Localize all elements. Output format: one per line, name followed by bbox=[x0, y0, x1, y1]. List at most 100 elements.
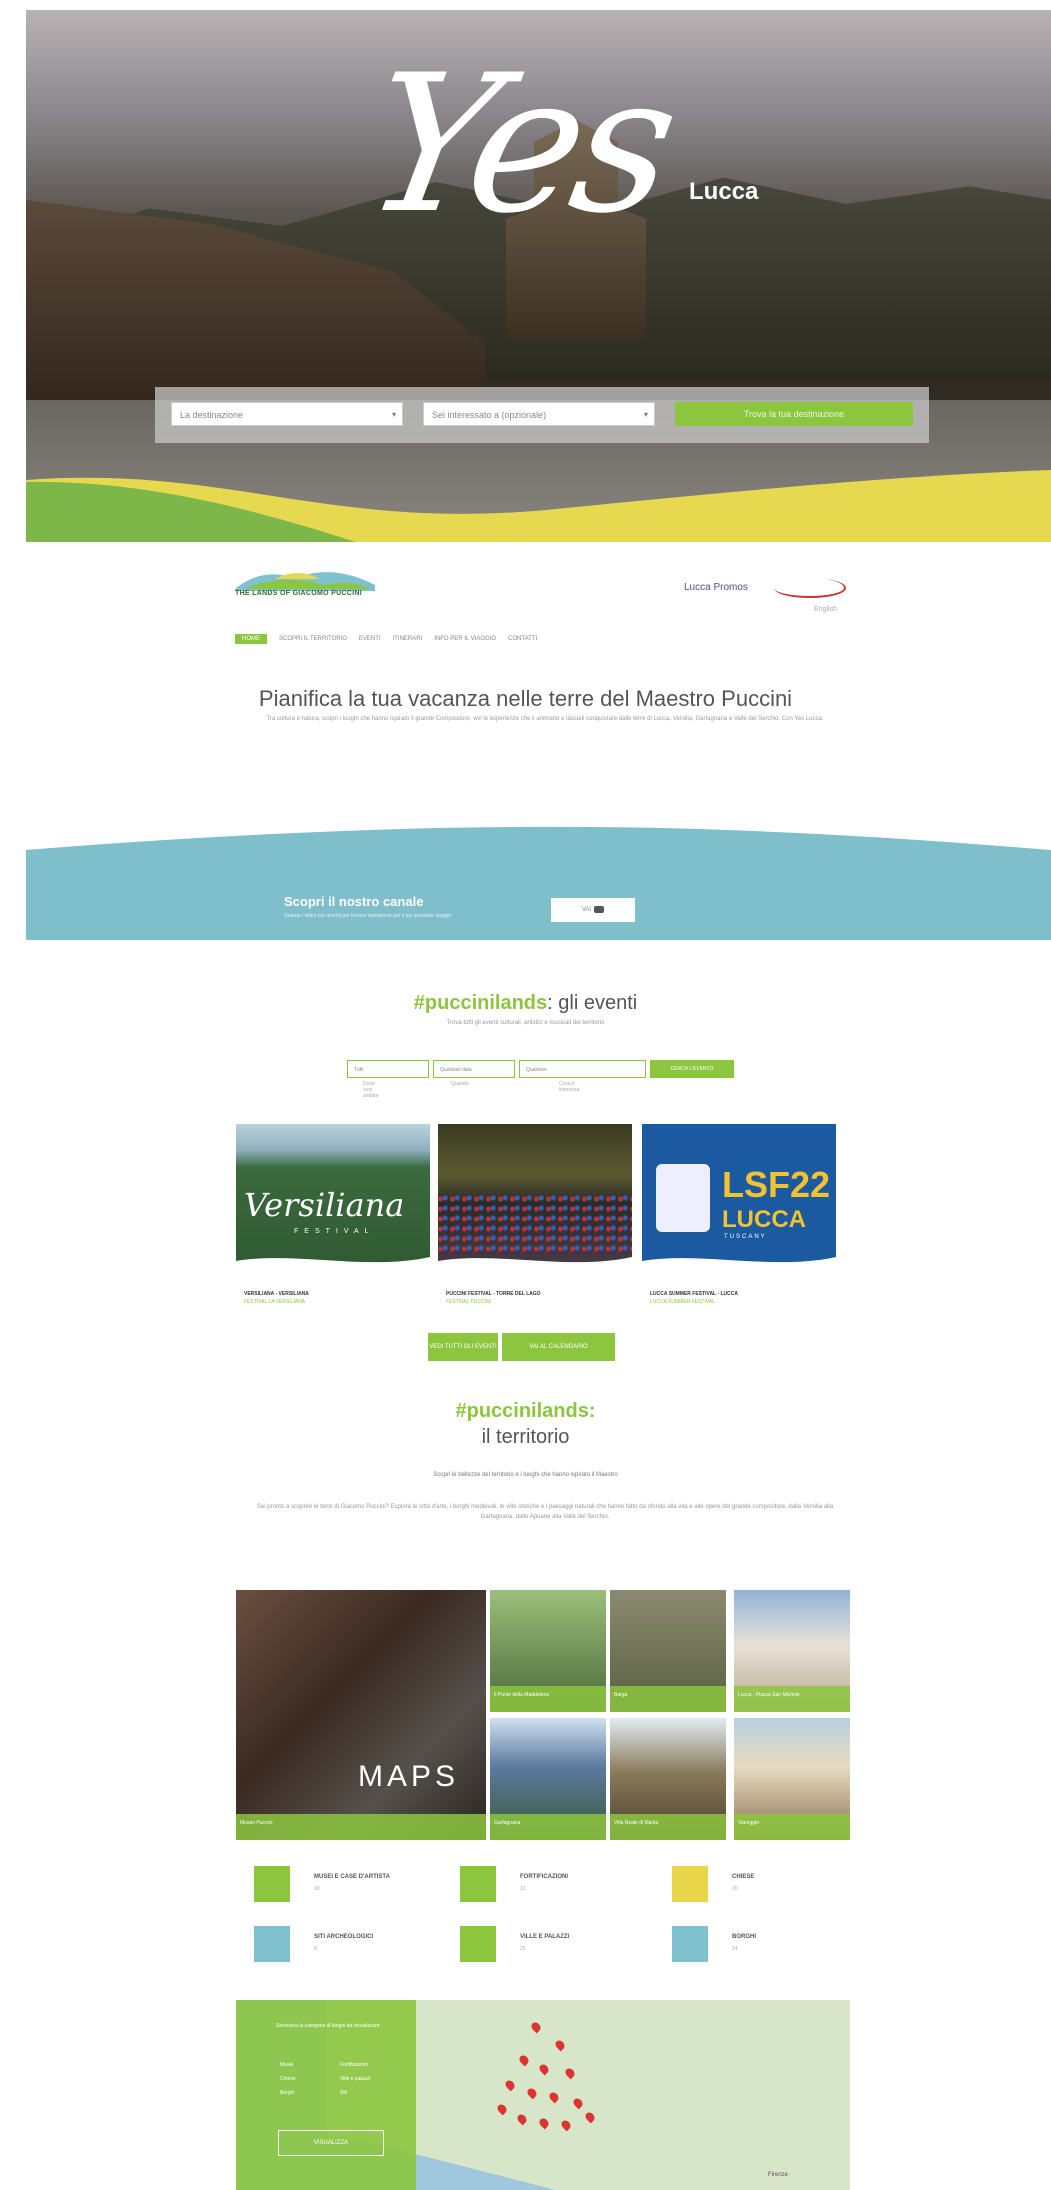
event-subtitle: FESTIVAL PUCCINI bbox=[446, 1299, 492, 1305]
nav-itineraries[interactable]: ITINERARI bbox=[393, 636, 423, 642]
hero-logo-place: Lucca bbox=[689, 178, 759, 205]
hero-search-bar: La destinazione ▾ Sei interessato a (opz… bbox=[155, 387, 929, 443]
filter-where-value: Tutti bbox=[354, 1067, 364, 1073]
fortress-icon bbox=[460, 1866, 496, 1902]
channel-button[interactable]: VAI bbox=[551, 898, 635, 922]
lsf-city: LUCCA bbox=[722, 1206, 806, 1233]
category-villas[interactable]: VILLE E PALAZZI 25 bbox=[460, 1926, 670, 1966]
map-pin[interactable] bbox=[495, 2102, 509, 2116]
map-option[interactable]: Siti bbox=[340, 2090, 347, 2096]
villa-icon bbox=[460, 1926, 496, 1962]
map-pin[interactable] bbox=[515, 2112, 529, 2126]
category-count: 8 bbox=[314, 1946, 317, 1952]
language-link[interactable]: English bbox=[814, 606, 837, 613]
territory-title-rest: il territorio bbox=[481, 1426, 570, 1448]
visualize-button[interactable]: VISUALIZZA bbox=[278, 2130, 384, 2156]
tile-place[interactable]: Garfagnana bbox=[490, 1718, 606, 1840]
card-wave bbox=[236, 1257, 430, 1269]
tile-place[interactable]: Il Ponte della Maddalena bbox=[490, 1590, 606, 1712]
filter-where-label: Dove vuoi andare bbox=[363, 1081, 379, 1099]
map-pin[interactable] bbox=[583, 2110, 597, 2124]
filter-when-label: Quando bbox=[451, 1081, 469, 1087]
map-pin[interactable] bbox=[525, 2086, 539, 2100]
archaeology-icon bbox=[254, 1926, 290, 1962]
event-card[interactable]: LSF22 LUCCA TUSCANY bbox=[642, 1124, 836, 1269]
map-pin[interactable] bbox=[503, 2078, 517, 2092]
map-pin[interactable] bbox=[547, 2090, 561, 2104]
map-option[interactable]: Musei bbox=[280, 2062, 293, 2068]
events-hashtag: #puccinilands bbox=[413, 992, 548, 1014]
filter-what-value: Qualsiasi bbox=[526, 1067, 547, 1073]
filter-when-value: Qualsiasi data bbox=[440, 1067, 472, 1073]
event-caption: VERSILIANA - VERSILIANA FESTIVAL LA VERSI… bbox=[244, 1290, 438, 1306]
nav-travel-info[interactable]: INFO PER IL VIAGGIO bbox=[434, 636, 496, 642]
tile-place[interactable]: Lucca - Piazza San Michele bbox=[734, 1590, 850, 1712]
crowd-lights bbox=[438, 1194, 632, 1254]
nav-territory[interactable]: SCOPRI IL TERRITORIO bbox=[279, 636, 347, 642]
category-count: 20 bbox=[732, 1886, 738, 1892]
channel-band bbox=[26, 826, 1051, 940]
category-villages[interactable]: BORGHI 14 bbox=[672, 1926, 882, 1966]
map-pin[interactable] bbox=[571, 2096, 585, 2110]
map-pin[interactable] bbox=[517, 2053, 531, 2067]
category-museums[interactable]: MUSEI E CASE D'ARTISTA 18 bbox=[254, 1866, 464, 1906]
territory-map[interactable]: Seleziona la categoria di luoghi da visu… bbox=[236, 2000, 850, 2190]
calendar-button[interactable]: VAI AL CALENDARIO bbox=[502, 1333, 615, 1361]
destination-select[interactable]: La destinazione ▾ bbox=[171, 402, 403, 426]
tile-caption: Barga bbox=[610, 1686, 726, 1712]
map-pin[interactable] bbox=[553, 2038, 567, 2052]
category-archaeology[interactable]: SITI ARCHEOLOGICI 8 bbox=[254, 1926, 464, 1966]
event-caption: LUCCA SUMMER FESTIVAL - LUCCA LUCCA SUMME… bbox=[650, 1290, 844, 1306]
category-label: VILLE E PALAZZI bbox=[520, 1934, 570, 1940]
interest-select[interactable]: Sei interessato a (opzionale) ▾ bbox=[423, 402, 655, 426]
hero-wave bbox=[26, 470, 1051, 542]
map-pin[interactable] bbox=[559, 2118, 573, 2132]
territory-subtitle: Scopri le bellezze del territorio e i lu… bbox=[433, 1472, 618, 1478]
event-title: PUCCINI FESTIVAL - TORRE DEL LAGO bbox=[446, 1291, 541, 1297]
filter-where[interactable]: Tutti bbox=[347, 1060, 429, 1078]
category-churches[interactable]: CHIESE 20 bbox=[672, 1866, 882, 1906]
channel-title: Scopri il nostro canale bbox=[284, 894, 424, 909]
event-title: VERSILIANA - VERSILIANA bbox=[244, 1291, 309, 1297]
tile-place[interactable]: Villa Reale di Marlia bbox=[610, 1718, 726, 1840]
channel-subtitle: Guarda i video più recenti per trovare i… bbox=[284, 913, 452, 919]
nav-contacts[interactable]: CONTATTI bbox=[508, 636, 537, 642]
partner-logo[interactable]: Lucca Promos bbox=[684, 582, 748, 593]
search-event-button[interactable]: CERCA L'EVENTO bbox=[650, 1060, 734, 1078]
map-option[interactable]: Fortificazioni bbox=[340, 2062, 368, 2068]
category-fortifications[interactable]: FORTIFICAZIONI 12 bbox=[460, 1866, 670, 1906]
map-option[interactable]: Borghi bbox=[280, 2090, 294, 2096]
filter-what[interactable]: Qualsiasi bbox=[519, 1060, 646, 1078]
event-subtitle: FESTIVAL LA VERSILIANA bbox=[244, 1299, 306, 1305]
nav-home[interactable]: HOME bbox=[235, 634, 267, 644]
lsf-region: TUSCANY bbox=[724, 1234, 767, 1240]
nav-events[interactable]: EVENTI bbox=[359, 636, 381, 642]
events-title-rest: : gli eventi bbox=[547, 992, 638, 1014]
event-card[interactable]: Versiliana FESTIVAL bbox=[236, 1124, 430, 1269]
brand-logo[interactable] bbox=[235, 565, 375, 605]
page-intro: Tra cultura e natura, scopri i luoghi ch… bbox=[266, 716, 824, 722]
village-icon bbox=[672, 1926, 708, 1962]
tile-place[interactable]: Barga bbox=[610, 1590, 726, 1712]
versiliana-logo: Versiliana bbox=[244, 1186, 405, 1224]
category-count: 25 bbox=[520, 1946, 526, 1952]
tile-place[interactable]: Viareggio bbox=[734, 1718, 850, 1840]
map-pin[interactable] bbox=[529, 2020, 543, 2034]
category-label: SITI ARCHEOLOGICI bbox=[314, 1934, 374, 1940]
tile-maps[interactable]: MAPS Museo Puccini bbox=[236, 1590, 486, 1840]
map-city-label: Firenze bbox=[768, 2172, 789, 2178]
map-option[interactable]: Chiese bbox=[280, 2076, 296, 2082]
event-card[interactable] bbox=[438, 1124, 632, 1269]
map-pin[interactable] bbox=[537, 2062, 551, 2076]
all-events-button[interactable]: VEDI TUTTI GLI EVENTI bbox=[428, 1333, 498, 1361]
event-caption: PUCCINI FESTIVAL - TORRE DEL LAGO FESTIVA… bbox=[446, 1290, 640, 1306]
interest-select-value: Sei interessato a (opzionale) bbox=[432, 410, 547, 420]
page-title: Pianifica la tua vacanza nelle terre del… bbox=[258, 686, 793, 711]
map-pin[interactable] bbox=[537, 2116, 551, 2130]
filter-when[interactable]: Qualsiasi data bbox=[433, 1060, 515, 1078]
map-pin[interactable] bbox=[563, 2066, 577, 2080]
find-destination-button[interactable]: Trova la tua destinazione bbox=[675, 402, 913, 426]
map-filter-panel: Seleziona la categoria di luoghi da visu… bbox=[236, 2000, 416, 2190]
map-option[interactable]: Ville e palazzi bbox=[340, 2076, 370, 2082]
category-label: FORTIFICAZIONI bbox=[520, 1874, 568, 1880]
